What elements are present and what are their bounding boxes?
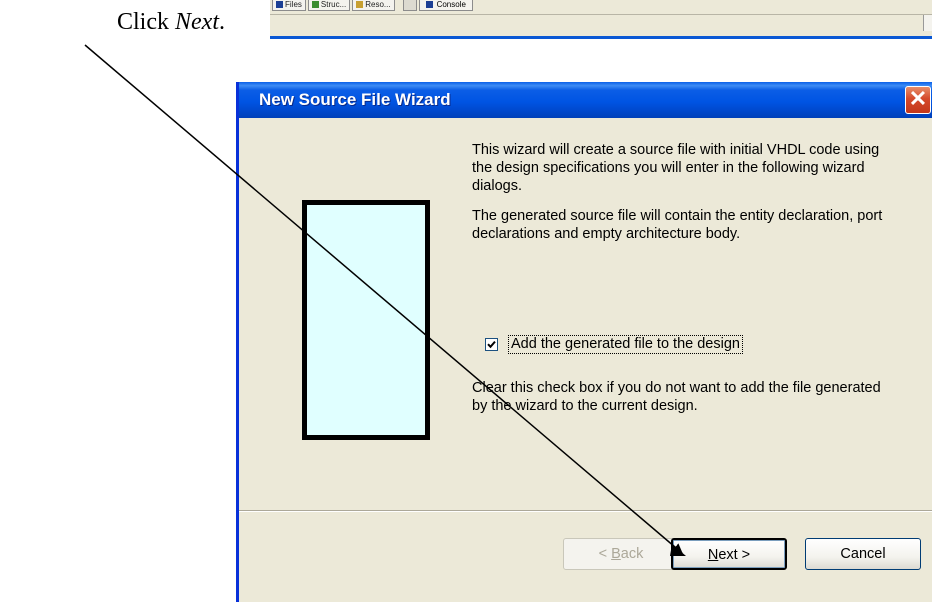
callout-arrow bbox=[84, 44, 686, 556]
